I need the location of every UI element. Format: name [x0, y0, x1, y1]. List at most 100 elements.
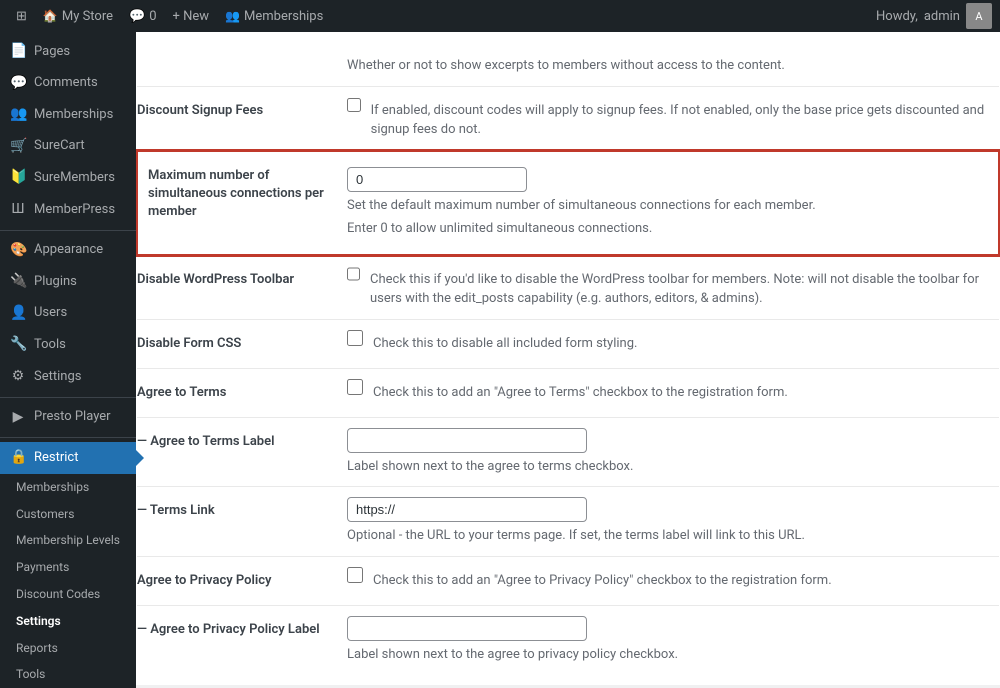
- submenu-tools[interactable]: Tools: [0, 661, 136, 688]
- comments-count: 0: [149, 9, 156, 24]
- tools-icon: 🔧: [10, 335, 26, 355]
- plugins-icon: 🔌: [10, 272, 26, 292]
- restrict-label: Restrict: [34, 449, 79, 467]
- memberships-icon: 👥: [225, 9, 240, 23]
- privacy-label-description: Label shown next to the agree to privacy…: [347, 645, 989, 665]
- agree-terms-checkbox[interactable]: [347, 379, 363, 395]
- howdy-label: Howdy,: [876, 9, 918, 24]
- toolbar-label: Disable WordPress Toolbar: [137, 272, 294, 287]
- sidebar-item-plugins[interactable]: 🔌 Plugins: [0, 266, 136, 298]
- comments-icon: 💬: [129, 9, 145, 24]
- terms-label-field-cell: — Agree to Terms Label: [137, 417, 337, 487]
- formcss-checkbox-row: Check this to disable all included form …: [347, 330, 989, 354]
- sidebar-item-appearance[interactable]: 🎨 Appearance: [0, 235, 136, 267]
- sidebar-item-surecart[interactable]: 🛒 SureCart: [0, 131, 136, 163]
- submenu-payments[interactable]: Payments: [0, 554, 136, 581]
- toolbar-checkbox[interactable]: [347, 266, 360, 282]
- memberships-sidebar-label: Memberships: [34, 106, 113, 124]
- sidebar-item-suremembers[interactable]: 🔰 SureMembers: [0, 162, 136, 194]
- submenu-membership-levels[interactable]: Membership Levels: [0, 527, 136, 554]
- submenu-settings[interactable]: Settings: [0, 608, 136, 635]
- privacy-policy-label-cell: Agree to Privacy Policy: [137, 556, 337, 605]
- comments-sidebar-icon: 💬: [10, 74, 26, 94]
- excerpt-description: Whether or not to show excerpts to membe…: [347, 56, 989, 76]
- excerpt-label-cell: [137, 42, 337, 86]
- user-info: Howdy, admin A: [876, 3, 992, 29]
- max-connections-input[interactable]: [347, 167, 527, 192]
- sidebar-item-memberpress[interactable]: Ш MemberPress: [0, 194, 136, 226]
- toolbar-row: Disable WordPress Toolbar Check this if …: [137, 255, 999, 320]
- privacy-policy-content-cell: Check this to add an "Agree to Privacy P…: [337, 556, 999, 605]
- submenu-reports[interactable]: Reports: [0, 635, 136, 662]
- privacy-label-input[interactable]: [347, 616, 587, 641]
- admin-name: admin: [924, 9, 960, 24]
- settings-icon: ⚙: [10, 367, 26, 387]
- submenu-customers[interactable]: Customers: [0, 501, 136, 528]
- users-label: Users: [34, 304, 67, 322]
- sidebar-item-settings[interactable]: ⚙ Settings: [0, 361, 136, 393]
- comments-sidebar-label: Comments: [34, 74, 98, 92]
- privacy-checkbox[interactable]: [347, 567, 363, 583]
- sidebar-item-presto[interactable]: ▶ Presto Player: [0, 402, 136, 434]
- agree-terms-row: Agree to Terms Check this to add an "Agr…: [137, 368, 999, 417]
- users-icon: 👤: [10, 304, 26, 324]
- presto-icon: ▶: [10, 408, 26, 428]
- terms-link-label: — Terms Link: [137, 503, 215, 518]
- toolbar-label-cell: Disable WordPress Toolbar: [137, 255, 337, 320]
- tools-label: Tools: [34, 336, 66, 354]
- discount-description: If enabled, discount codes will apply to…: [371, 101, 989, 140]
- comments-bar[interactable]: 💬 0: [121, 0, 165, 32]
- discount-label-cell: Discount Signup Fees: [137, 86, 337, 151]
- sidebar-item-users[interactable]: 👤 Users: [0, 298, 136, 330]
- privacy-label-row: — Agree to Privacy Policy Label Label sh…: [137, 606, 999, 675]
- discount-checkbox[interactable]: [347, 97, 361, 113]
- privacy-description: Check this to add an "Agree to Privacy P…: [373, 571, 832, 591]
- surecart-label: SureCart: [34, 137, 85, 155]
- terms-label-field-label: — Agree to Terms Label: [137, 434, 275, 449]
- wp-logo[interactable]: ⊞: [8, 0, 35, 32]
- terms-label-content-cell: Label shown next to the agree to terms c…: [337, 417, 999, 487]
- sidebar-item-comments[interactable]: 💬 Comments: [0, 68, 136, 100]
- separator-3: [0, 437, 136, 438]
- admin-menu: 📄 Pages 💬 Comments 👥 Memberships 🛒 SureC…: [0, 32, 136, 688]
- toolbar-checkbox-row: Check this if you'd like to disable the …: [347, 266, 989, 309]
- terms-label-description: Label shown next to the agree to terms c…: [347, 457, 989, 477]
- terms-label-input[interactable]: [347, 428, 587, 453]
- sidebar-item-tools[interactable]: 🔧 Tools: [0, 329, 136, 361]
- sidebar-item-pages[interactable]: 📄 Pages: [0, 36, 136, 68]
- agree-terms-label: Agree to Terms: [137, 385, 226, 400]
- memberships-bar[interactable]: 👥 Memberships: [217, 0, 331, 32]
- surecart-icon: 🛒: [10, 137, 26, 157]
- pages-icon: 📄: [10, 42, 26, 62]
- plugins-label: Plugins: [34, 273, 77, 291]
- suremembers-icon: 🔰: [10, 168, 26, 188]
- wp-icon: ⊞: [16, 9, 27, 24]
- agree-terms-description: Check this to add an "Agree to Terms" ch…: [373, 383, 788, 403]
- discount-row: Discount Signup Fees If enabled, discoun…: [137, 86, 999, 151]
- new-bar[interactable]: + New: [165, 0, 218, 32]
- terms-link-description: Optional - the URL to your terms page. I…: [347, 526, 989, 546]
- submenu-discount-codes[interactable]: Discount Codes: [0, 581, 136, 608]
- formcss-content-cell: Check this to disable all included form …: [337, 319, 999, 368]
- agree-terms-content-cell: Check this to add an "Agree to Terms" ch…: [337, 368, 999, 417]
- sidebar-item-memberships-top[interactable]: 👥 Memberships: [0, 99, 136, 131]
- appearance-label: Appearance: [34, 241, 103, 259]
- separator-2: [0, 397, 136, 398]
- discount-label: Discount Signup Fees: [137, 103, 263, 118]
- agree-terms-checkbox-row: Check this to add an "Agree to Terms" ch…: [347, 379, 989, 403]
- formcss-checkbox[interactable]: [347, 330, 363, 346]
- excerpt-desc-cell: Whether or not to show excerpts to membe…: [337, 42, 999, 86]
- sidebar-item-restrict[interactable]: 🔒 Restrict: [0, 442, 136, 474]
- submenu-memberships[interactable]: Memberships: [0, 474, 136, 501]
- toolbar-content-cell: Check this if you'd like to disable the …: [337, 255, 999, 320]
- settings-label: Settings: [34, 368, 81, 386]
- privacy-policy-row: Agree to Privacy Policy Check this to ad…: [137, 556, 999, 605]
- separator-1: [0, 230, 136, 231]
- terms-link-input[interactable]: [347, 497, 587, 522]
- formcss-row: Disable Form CSS Check this to disable a…: [137, 319, 999, 368]
- new-label: + New: [173, 9, 210, 24]
- terms-link-label-cell: — Terms Link: [137, 487, 337, 557]
- site-name-bar[interactable]: 🏠 My Store: [35, 0, 121, 32]
- admin-bar: ⊞ 🏠 My Store 💬 0 + New 👥 Memberships How…: [0, 0, 1000, 32]
- presto-label: Presto Player: [34, 408, 111, 426]
